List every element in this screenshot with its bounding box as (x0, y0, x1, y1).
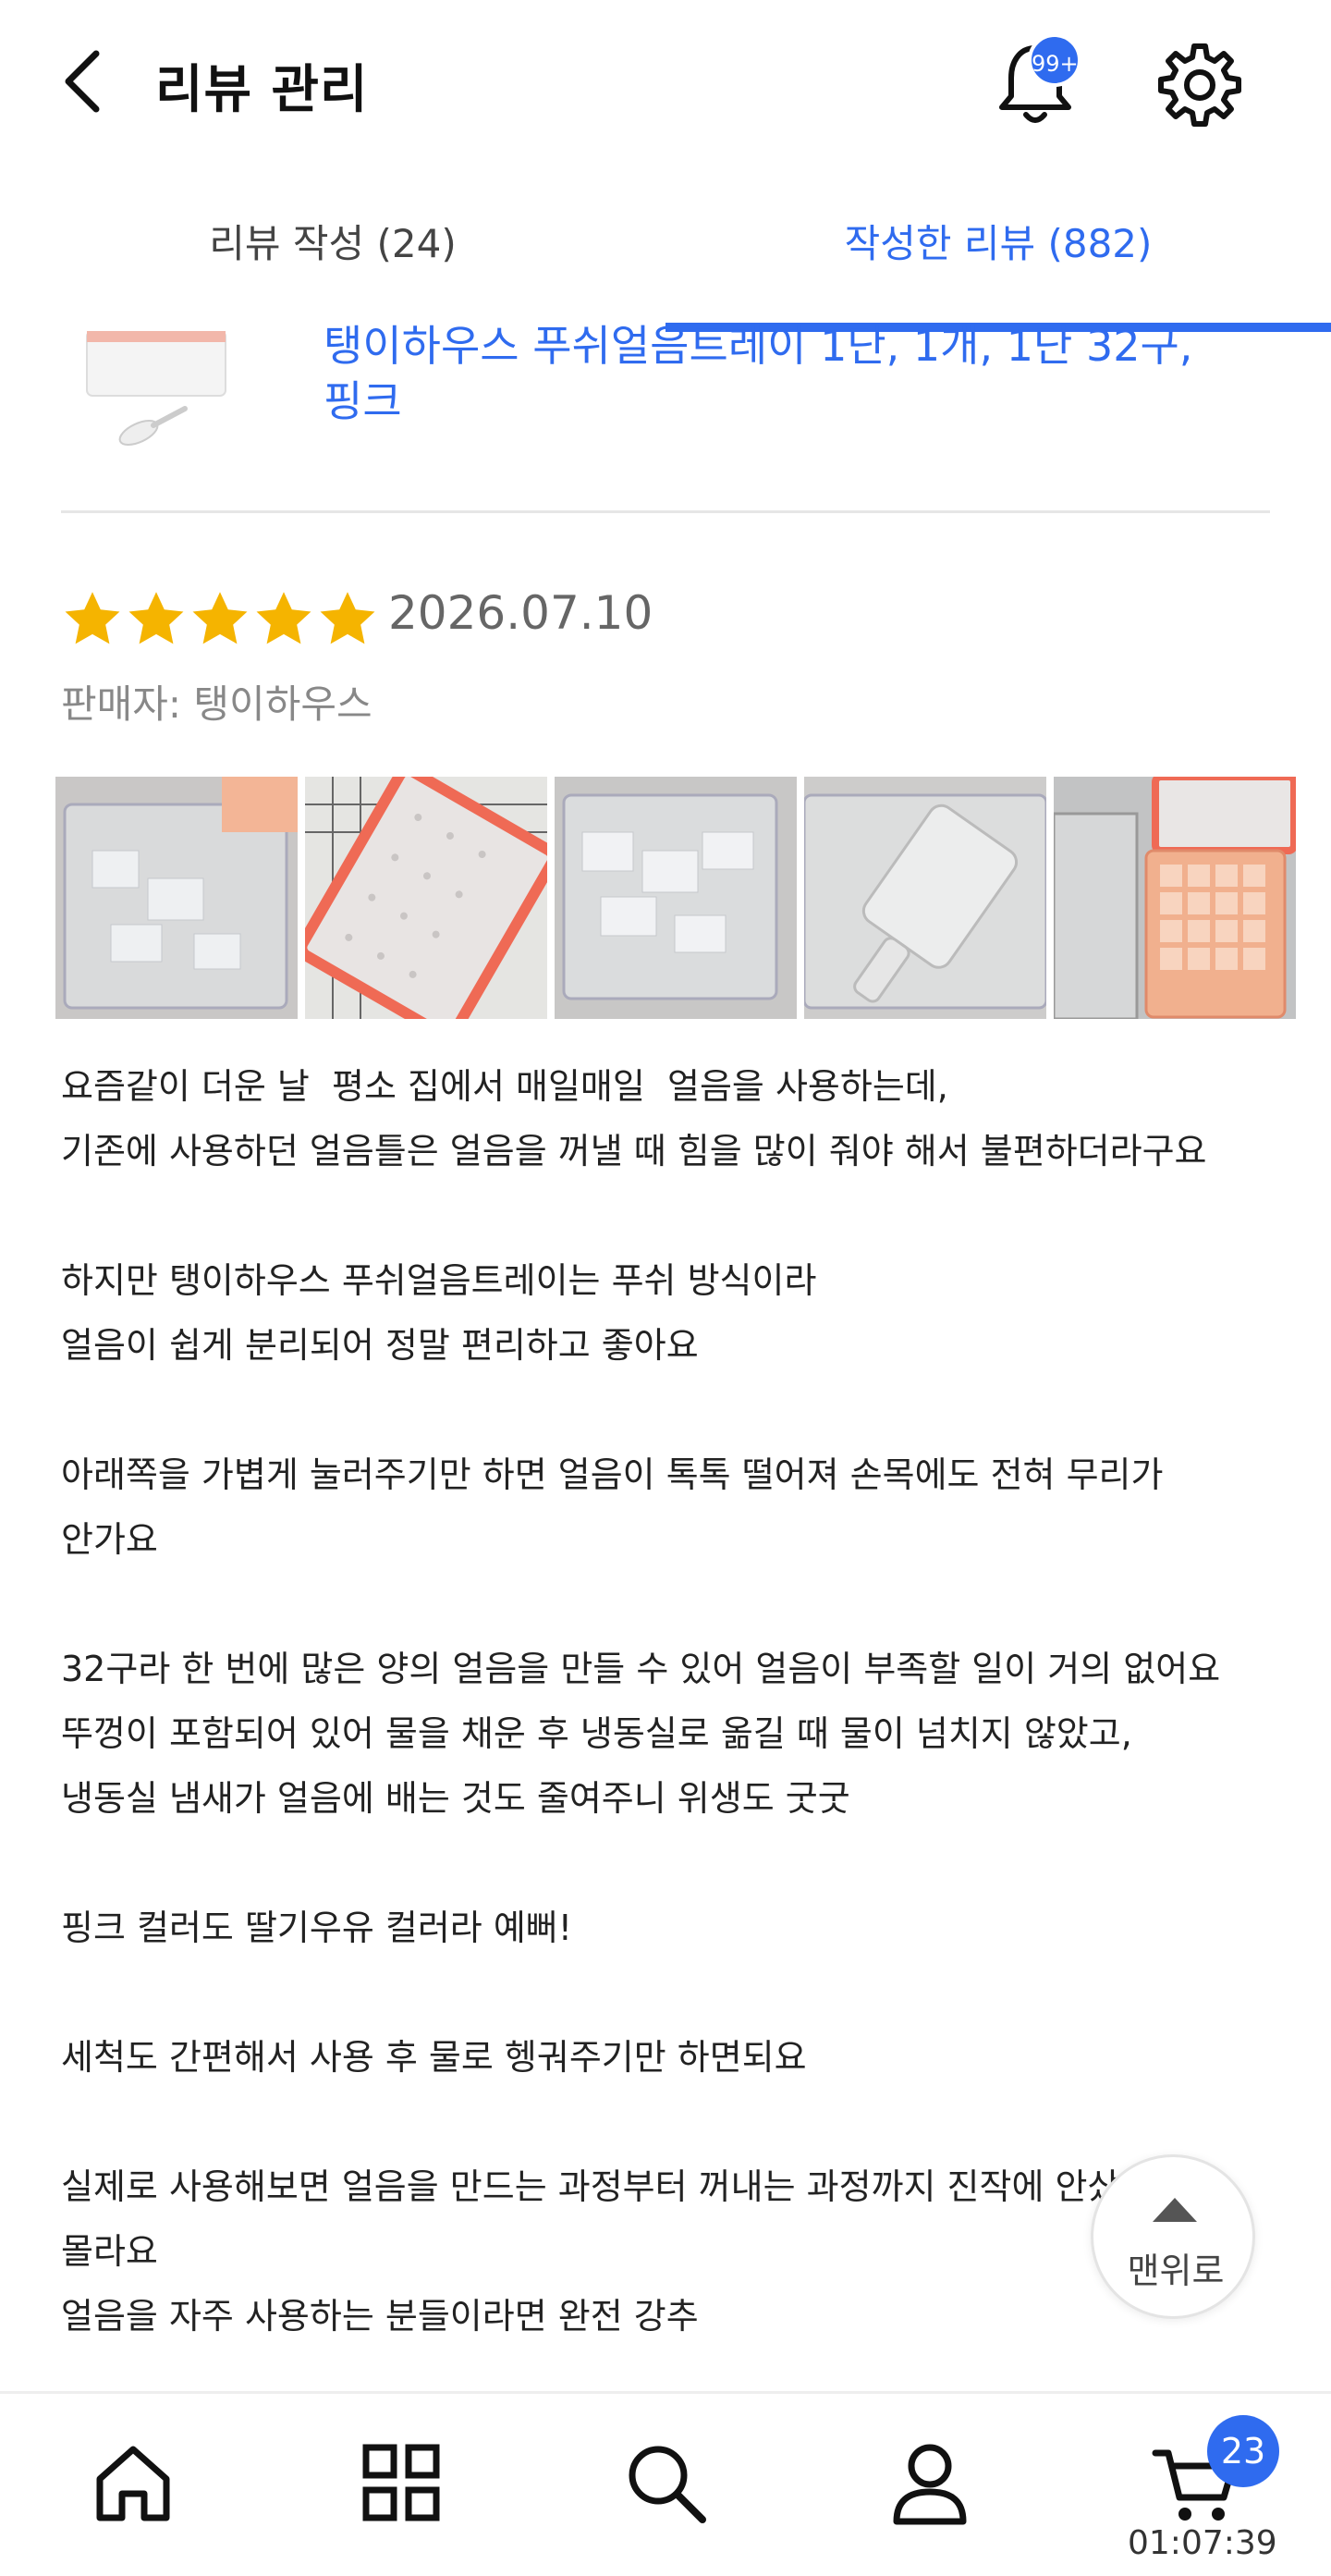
review-text-line: 하지만 탱이하우스 푸쉬얼음트레이는 푸쉬 방식이라 (61, 1260, 817, 1301)
review-text-line: 얼음이 쉽게 분리되어 정말 편리하고 좋아요 (61, 1325, 699, 1366)
search-icon[interactable] (619, 2436, 712, 2529)
scroll-to-top-label: 맨위로 (1127, 2251, 1225, 2291)
tab-write-review[interactable]: 리뷰 작성 (24) (0, 213, 666, 269)
review-text-line (61, 2090, 1281, 2154)
up-arrow-icon (1153, 2198, 1197, 2222)
review-photo-2[interactable] (305, 777, 547, 1019)
review-photo-4[interactable] (804, 777, 1046, 1019)
review-text-line (61, 1184, 1281, 1248)
product-title-line-2: 핑크 (324, 376, 402, 426)
review-text-line: 얼음을 자주 사용하는 분들이라면 완전 강추 (61, 2296, 699, 2337)
star-rating (61, 588, 380, 655)
product-title-line-1: 탱이하우스 푸쉬얼음트레이 1단, 1개, 1단 32구, (324, 321, 1193, 371)
settings-gear-icon[interactable] (1155, 41, 1244, 129)
star-icon (320, 592, 375, 644)
category-icon[interactable] (355, 2436, 447, 2529)
review-body: 요즘같이 더운 날 평소 집에서 매일매일 얼음을 사용하는데, 기존에 사용하던… (61, 1054, 1281, 2349)
home-icon[interactable] (87, 2436, 179, 2529)
star-icon (65, 592, 120, 644)
review-text-line: 요즘같이 더운 날 평소 집에서 매일매일 얼음을 사용하는데, (61, 1066, 948, 1107)
star-icon (256, 592, 311, 644)
review-text-line: 냉동실 냄새가 얼음에 배는 것도 줄여주니 위생도 굿굿 (61, 1778, 850, 1819)
star-icon (128, 592, 184, 644)
review-text-line: 뚜껑이 포함되어 있어 물을 채운 후 냉동실로 옮길 때 물이 넘치지 않았고… (61, 1713, 1132, 1754)
review-photo-3[interactable] (555, 777, 797, 1019)
review-photo-5[interactable] (1054, 777, 1296, 1019)
scroll-to-top-button[interactable]: 맨위로 (1091, 2154, 1255, 2319)
review-date: 2026.07.10 (388, 586, 653, 640)
my-page-icon[interactable] (884, 2436, 976, 2529)
timer-text: 01:07:39 (1128, 2524, 1277, 2562)
review-text-line: 32구라 한 번에 많은 양의 얼음을 만들 수 있어 얼음이 부족할 일이 거… (61, 1649, 1221, 1689)
review-text-line: 핑크 컬러도 딸기우유 컬러라 예뻐! (61, 1907, 572, 1948)
review-text-line (61, 1960, 1281, 2025)
review-text-line (61, 1831, 1281, 1895)
section-divider (61, 510, 1270, 513)
product-thumbnail[interactable] (74, 331, 250, 460)
back-arrow-icon[interactable] (55, 44, 111, 118)
review-text-line: 세척도 간편해서 사용 후 물로 헹궈주기만 하면되요 (61, 2037, 807, 2078)
review-text-line: 안가요 (61, 1519, 158, 1560)
cart-count-badge: 23 (1207, 2415, 1279, 2487)
review-text-line (61, 1378, 1281, 1442)
star-icon (192, 592, 248, 644)
seller-name: 판매자: 탱이하우스 (61, 681, 372, 727)
product-title[interactable]: 탱이하우스 푸쉬얼음트레이 1단, 1개, 1단 32구, 핑크 (324, 318, 1266, 429)
page-title: 리뷰 관리 (155, 60, 369, 120)
notification-badge: 99+ (1028, 33, 1081, 87)
review-photos (55, 777, 1296, 1021)
review-text-line: 기존에 사용하던 얼음틀은 얼음을 꺼낼 때 힘을 많이 줘야 해서 불편하더라… (61, 1131, 1207, 1171)
review-text-line (61, 1572, 1281, 1637)
review-text-line: 아래쪽을 가볍게 눌러주기만 하면 얼음이 톡톡 떨어져 손목에도 전혀 무리가 (61, 1454, 1164, 1495)
tab-written-reviews[interactable]: 작성한 리뷰 (882) (666, 213, 1331, 269)
review-photo-1[interactable] (55, 777, 298, 1019)
